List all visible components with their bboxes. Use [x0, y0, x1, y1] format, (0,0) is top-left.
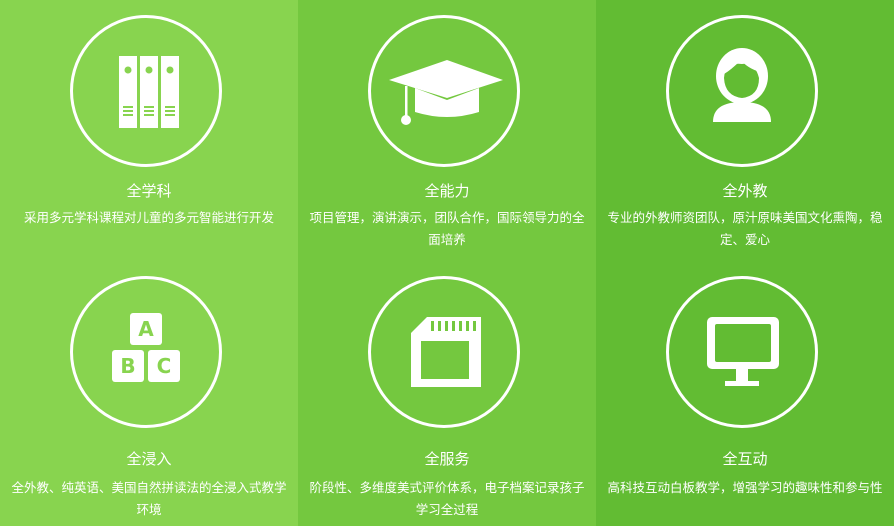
feature-title: 全能力: [424, 182, 470, 200]
feature-title: 全外教: [722, 182, 768, 200]
feature-description: 采用多元学科课程对儿童的多元智能进行开发: [23, 210, 274, 225]
feature-card-all-foreign-teachers: 全外教 专业的外教师资团队，原汁原味美国文化熏陶，稳定、爱心: [596, 0, 894, 263]
feature-title: 全浸入: [126, 450, 172, 468]
books-icon: [119, 56, 179, 128]
feature-card-full-immersion: A B C 全浸入 全外教、纯英语、美国自然拼读法的全浸入式教学环境: [0, 263, 298, 526]
graduation-cap-icon: [389, 60, 503, 125]
icon-circle: [666, 276, 818, 428]
feature-description: 项目管理，演讲演示，团队合作，国际领导力的全面培养: [309, 210, 585, 247]
abc-blocks-icon: A B C: [112, 313, 180, 382]
monitor-icon: [707, 317, 779, 386]
feature-title: 全服务: [424, 450, 470, 468]
feature-description: 专业的外教师资团队，原汁原味美国文化熏陶，稳定、爱心: [607, 210, 883, 247]
teacher-avatar-icon: [713, 48, 771, 122]
block-letter-c: C: [157, 354, 172, 378]
block-letter-b: B: [120, 354, 135, 378]
features-grid: 全学科 采用多元学科课程对儿童的多元智能进行开发 全能力 项目管理，演讲演示，团…: [0, 0, 894, 526]
feature-card-all-subjects: 全学科 采用多元学科课程对儿童的多元智能进行开发: [0, 0, 298, 263]
feature-description: 阶段性、多维度美式评价体系，电子档案记录孩子学习全过程: [309, 480, 585, 517]
icon-circle: [666, 15, 818, 167]
feature-description: 高科技互动白板教学，增强学习的趣味性和参与性: [607, 480, 883, 495]
feature-card-full-service: 全服务 阶段性、多维度美式评价体系，电子档案记录孩子学习全过程: [298, 263, 596, 526]
icon-circle: [70, 15, 222, 167]
icon-circle: A B C: [70, 276, 222, 428]
icon-circle: [368, 15, 520, 167]
feature-title: 全学科: [126, 182, 172, 200]
feature-card-full-interaction: 全互动 高科技互动白板教学，增强学习的趣味性和参与性: [596, 263, 894, 526]
feature-description: 全外教、纯英语、美国自然拼读法的全浸入式教学环境: [11, 480, 287, 517]
feature-card-all-abilities: 全能力 项目管理，演讲演示，团队合作，国际领导力的全面培养: [298, 0, 596, 263]
sd-card-icon: [411, 317, 481, 387]
feature-title: 全互动: [722, 450, 768, 468]
icon-circle: [368, 276, 520, 428]
block-letter-a: A: [138, 317, 154, 341]
